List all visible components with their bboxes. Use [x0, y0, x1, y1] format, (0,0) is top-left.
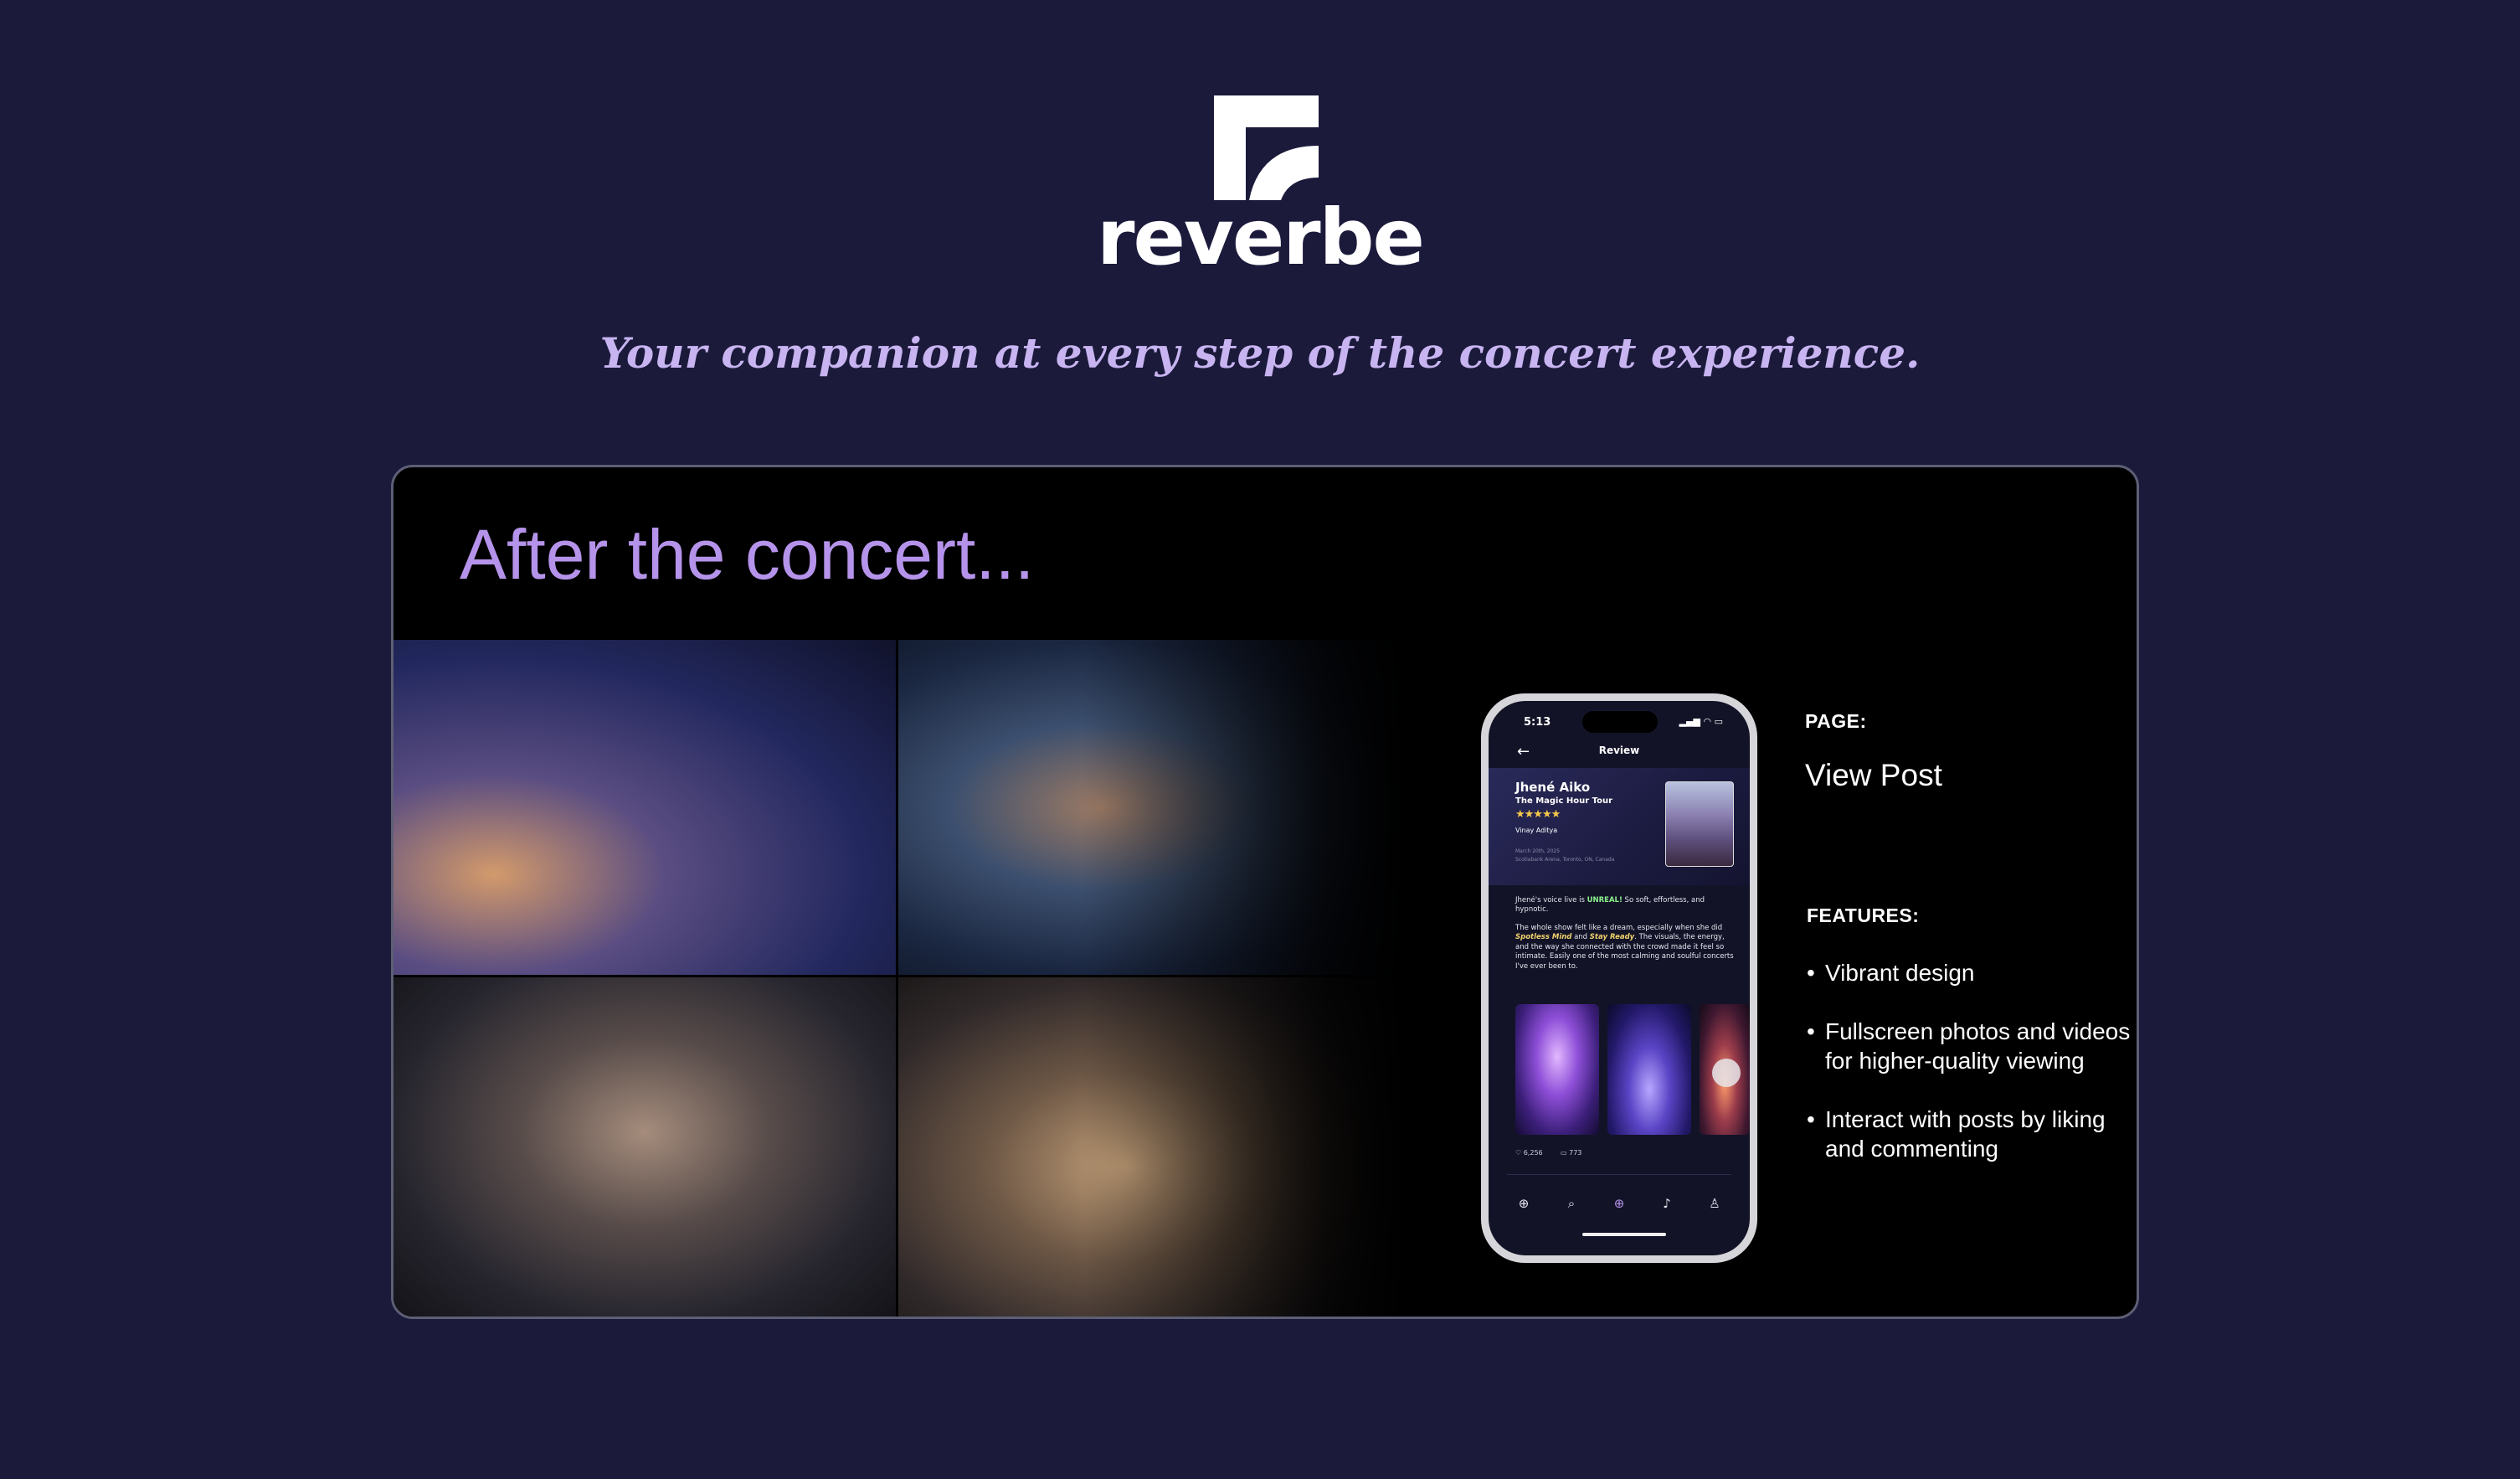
review-author[interactable]: Vinay Aditya: [1515, 827, 1557, 834]
profile-icon[interactable]: ♙: [1705, 1193, 1725, 1214]
song-highlight: Spotless Mind: [1515, 933, 1572, 942]
feature-card: After the concert... 5:13 ▂▄▆ ◠ ▭ ← Revi…: [391, 465, 2139, 1319]
tagline: Your companion at every step of the conc…: [599, 328, 1921, 378]
dynamic-island: [1582, 711, 1658, 733]
globe-icon[interactable]: ⊕: [1514, 1193, 1534, 1214]
search-icon[interactable]: ⌕: [1561, 1193, 1581, 1214]
bullet: •: [1807, 960, 1815, 986]
song-highlight: Stay Ready: [1589, 933, 1635, 942]
photo-man-couch: [393, 977, 896, 1317]
divider: [1507, 1174, 1731, 1175]
reverbe-logo-icon: [1214, 95, 1319, 200]
photo-caption: [393, 1305, 896, 1317]
bullet: •: [1807, 1106, 1815, 1132]
tour-name: The Magic Hour Tour: [1515, 796, 1613, 806]
photo-caption: [393, 958, 896, 975]
tab-bar: ⊕ ⌕ ⊕ ♪ ♙: [1514, 1193, 1725, 1214]
play-icon[interactable]: [1712, 1059, 1741, 1087]
comment-button[interactable]: ▭ 773: [1561, 1149, 1581, 1157]
brand-wordmark: reverbe: [1097, 193, 1425, 282]
status-time: 5:13: [1524, 716, 1551, 729]
photo-woman-bed: [393, 640, 896, 975]
add-icon[interactable]: ⊕: [1609, 1193, 1629, 1214]
page-name: View Post: [1805, 758, 1942, 792]
gallery-photo[interactable]: [1515, 1004, 1599, 1135]
album-cover[interactable]: [1665, 781, 1734, 867]
logo: reverbe: [1093, 90, 1427, 283]
photo-caption: [898, 958, 1407, 975]
features-list: • Vibrant design • Fullscreen photos and v…: [1805, 958, 2137, 1193]
review-text: The whole show felt like a dream, especi…: [1515, 923, 1723, 932]
feature-item: • Vibrant design: [1805, 958, 2137, 987]
feature-text: Interact with posts by liking and commen…: [1825, 1106, 2106, 1162]
review-text: Jhené's voice live is: [1515, 896, 1587, 904]
bell-icon[interactable]: ♪: [1657, 1193, 1677, 1214]
feature-item: • Interact with posts by liking and comme…: [1805, 1105, 2137, 1163]
feature-item: • Fullscreen photos and videos for higher…: [1805, 1017, 2137, 1075]
feature-text: Vibrant design: [1825, 960, 1975, 986]
photo-woman-headphones: [898, 640, 1407, 975]
info-panel: PAGE: View Post FEATURES: • Vibrant desig…: [1805, 710, 2137, 1162]
home-indicator[interactable]: [1582, 1233, 1666, 1236]
photo-grid: [393, 640, 1407, 1317]
feature-text: Fullscreen photos and videos for higher-…: [1825, 1018, 2131, 1074]
review-body: Jhené's voice live is UNREAL! So soft, e…: [1515, 896, 1735, 980]
gallery-photo[interactable]: [1607, 1004, 1691, 1135]
like-button[interactable]: ♡ 6,256: [1515, 1149, 1543, 1157]
nav-title: Review: [1598, 745, 1640, 756]
review-highlight: UNREAL!: [1587, 896, 1623, 904]
review-text: and: [1571, 933, 1590, 942]
artist-name[interactable]: Jhené Aiko: [1515, 780, 1590, 795]
status-icons: ▂▄▆ ◠ ▭: [1679, 716, 1723, 727]
media-gallery: [1515, 1004, 1750, 1135]
phone-mockup: 5:13 ▂▄▆ ◠ ▭ ← Review Jhené Aiko The Mag…: [1481, 693, 1757, 1263]
features-label: FEATURES:: [1807, 904, 1920, 926]
review-date: March 20th, 2025: [1515, 848, 1561, 854]
phone-screen: 5:13 ▂▄▆ ◠ ▭ ← Review Jhené Aiko The Mag…: [1489, 701, 1750, 1255]
page-label: PAGE:: [1805, 710, 1867, 732]
card-title: After the concert...: [460, 515, 1035, 594]
photo-caption: [898, 1305, 1407, 1317]
review-venue: Scotiabank Arena, Toronto, ON, Canada: [1515, 857, 1615, 863]
rating-stars: ★★★★★: [1515, 808, 1561, 821]
photo-man-cafe: [898, 977, 1407, 1317]
bullet: •: [1807, 1018, 1815, 1044]
